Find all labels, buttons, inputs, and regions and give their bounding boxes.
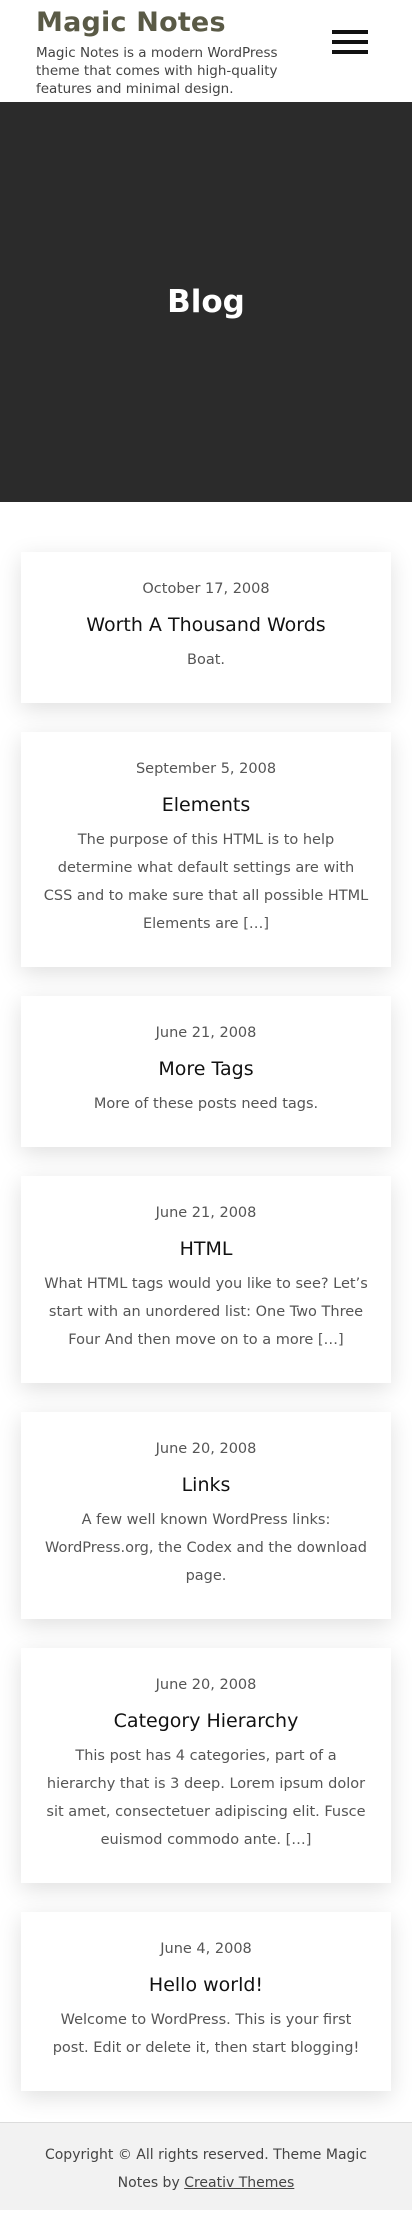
site-footer: Copyright © All rights reserved. Theme M… bbox=[0, 2122, 412, 2210]
post-date[interactable]: June 21, 2008 bbox=[43, 1203, 369, 1223]
post-date[interactable]: September 5, 2008 bbox=[43, 759, 369, 779]
post-title[interactable]: Links bbox=[43, 1472, 369, 1498]
site-header: Magic Notes Magic Notes is a modern Word… bbox=[0, 0, 412, 102]
post-title[interactable]: Hello world! bbox=[43, 1972, 369, 1998]
page-title: Blog bbox=[167, 284, 245, 320]
post-date[interactable]: June 20, 2008 bbox=[43, 1439, 369, 1459]
post-title[interactable]: Elements bbox=[43, 792, 369, 818]
menu-bar bbox=[332, 30, 368, 34]
post-excerpt: More of these posts need tags. bbox=[93, 1096, 319, 1112]
site-description: Magic Notes is a modern WordPress theme … bbox=[36, 45, 278, 97]
post-card: June 21, 2008 HTML What HTML tags would … bbox=[21, 1176, 391, 1383]
post-card: June 4, 2008 Hello world! Welcome to Wor… bbox=[21, 1912, 391, 2091]
post-list: October 17, 2008 Worth A Thousand Words … bbox=[0, 502, 412, 2122]
menu-bar bbox=[332, 50, 368, 54]
post-date[interactable]: June 4, 2008 bbox=[43, 1939, 369, 1959]
footer-credit-link[interactable]: Creativ Themes bbox=[184, 2175, 294, 2191]
post-date[interactable]: June 21, 2008 bbox=[43, 1023, 369, 1043]
post-date[interactable]: October 17, 2008 bbox=[43, 579, 369, 599]
post-excerpt: What HTML tags would you like to see? Le… bbox=[44, 1276, 368, 1348]
page-hero: Blog bbox=[0, 102, 412, 502]
post-excerpt: A few well known WordPress links: WordPr… bbox=[45, 1512, 367, 1584]
hamburger-menu-icon[interactable] bbox=[332, 30, 368, 58]
post-title[interactable]: Category Hierarchy bbox=[43, 1708, 369, 1734]
site-title[interactable]: Magic Notes bbox=[36, 6, 376, 40]
post-excerpt: Welcome to WordPress. This is your first… bbox=[52, 2012, 360, 2056]
post-title[interactable]: More Tags bbox=[43, 1056, 369, 1082]
post-title[interactable]: Worth A Thousand Words bbox=[43, 612, 369, 638]
post-excerpt: This post has 4 categories, part of a hi… bbox=[46, 1748, 366, 1848]
post-card: June 20, 2008 Links A few well known Wor… bbox=[21, 1412, 391, 1619]
post-card: September 5, 2008 Elements The purpose o… bbox=[21, 732, 391, 967]
post-excerpt: The purpose of this HTML is to help dete… bbox=[43, 832, 369, 932]
post-card: June 20, 2008 Category Hierarchy This po… bbox=[21, 1648, 391, 1883]
post-date[interactable]: June 20, 2008 bbox=[43, 1675, 369, 1695]
menu-bar bbox=[332, 40, 368, 44]
post-excerpt: Boat. bbox=[187, 652, 225, 668]
post-title[interactable]: HTML bbox=[43, 1236, 369, 1262]
post-card: June 21, 2008 More Tags More of these po… bbox=[21, 996, 391, 1147]
post-card: October 17, 2008 Worth A Thousand Words … bbox=[21, 552, 391, 703]
